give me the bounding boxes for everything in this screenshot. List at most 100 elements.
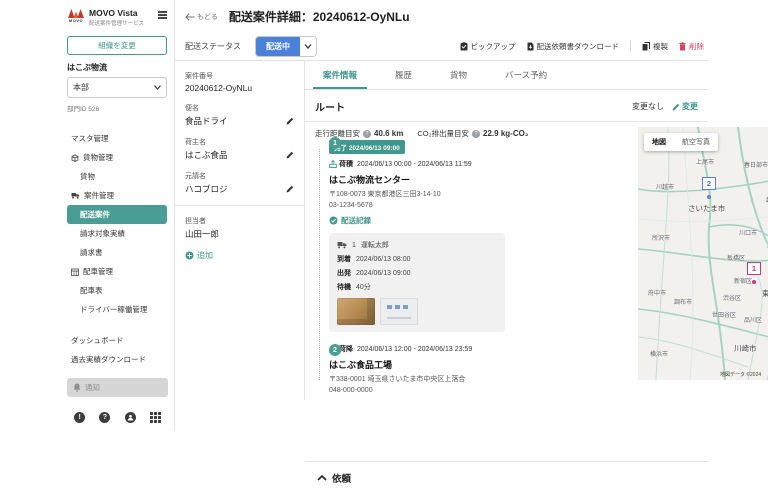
person-value: 山田一郎 [185, 229, 220, 239]
map-marker-1-dot [752, 280, 756, 284]
duplicate-button[interactable]: 複製 [642, 41, 668, 52]
sidebar-item-dispatch-mgmt[interactable]: 配車管理 [67, 262, 167, 281]
document-photo-thumbnail[interactable] [380, 298, 418, 325]
pickup-button[interactable]: ピックアップ [460, 41, 516, 52]
menu-icon[interactable] [158, 8, 167, 20]
page-header: もどる 配送案件詳細：20240612-OyNLu [185, 8, 410, 25]
contractor-value: ハコブロジ [185, 184, 228, 194]
map-label-tokyo: 東京 [762, 289, 768, 298]
person-label: 担当者 [185, 218, 206, 225]
app-title: MOVO Vista [89, 8, 138, 18]
route-map[interactable]: 川越市 上尾市 春日部市 野田市 越谷市 さいたま市 所沢市 川口市 足立区 板… [638, 127, 768, 380]
sidebar-item-delivery-case[interactable]: 配送案件 [67, 205, 167, 224]
depart-row: 出発 2024/06/13 09:00 [337, 269, 411, 278]
stop-2-phone: 048-000-0000 [329, 387, 373, 394]
check-circle-icon [329, 216, 338, 225]
sidebar-item-case-mgmt[interactable]: 案件管理 [67, 186, 167, 205]
tab-content: 案件情報 履歴 貨物 バース予約 ルート 変更なし 変更 走行距離目安 ? 40… [305, 61, 768, 485]
service-name-value: 食品ドライ [185, 116, 228, 126]
stop-1-type-row: 荷積 2024/06/13 00:00 - 2024/06/13 11:59 [329, 159, 505, 169]
case-detail-panel: 案件番号 20240612-OyNLu 便名 食品ドライ 荷主名 はこぶ食品 元… [175, 61, 305, 400]
company-name: はこぶ物流 [67, 63, 107, 72]
map-label-yokohama: 横浜市 [650, 352, 669, 358]
map-label-chofu: 調布市 [674, 300, 693, 306]
edit-shipper-icon[interactable] [286, 151, 294, 159]
sidebar-item-billing-results[interactable]: 請求対象実績 [67, 224, 167, 243]
map-label-kawaguchi: 川口市 [739, 231, 758, 237]
delivery-record-link[interactable]: 配送記録 [329, 215, 505, 226]
record-photos [337, 298, 497, 325]
field-label-service-name: 便名 [185, 105, 199, 112]
arrival-record-card: 1 運転太郎 到着 2024/06/13 08:00 出発 2024/06/13 0… [329, 233, 505, 332]
stop-2: 2 荷降 2024/06/13 12:00 - 2024/06/13 23:59… [329, 344, 505, 394]
box-icon [71, 154, 79, 162]
user-icon[interactable] [124, 412, 136, 423]
logo: MOVO MOVO Vista 配送案件管理サービス [67, 8, 167, 27]
tabs: 案件情報 履歴 貨物 バース予約 [305, 61, 708, 90]
tab-berth[interactable]: バース予約 [495, 61, 557, 89]
main-area: もどる 配送案件詳細：20240612-OyNLu 配送ステータス 配送中 ピッ… [175, 0, 768, 485]
notice-label: 通知 [85, 383, 100, 392]
cargo-photo-thumbnail[interactable] [337, 298, 375, 325]
sidebar-item-cargo-mgmt[interactable]: 貨物管理 [67, 148, 167, 167]
map-label-kawagoe: 川越市 [656, 185, 675, 191]
map-label-fuchu: 府中市 [648, 291, 667, 297]
field-label-contractor: 元請名 [185, 173, 206, 180]
back-button[interactable]: もどる [185, 12, 218, 22]
map-label-ageo: 上尾市 [696, 160, 715, 166]
delete-button[interactable]: 削除 [679, 41, 704, 52]
movo-logo-icon: MOVO [67, 8, 85, 23]
map-mode-button[interactable]: 地図 [644, 133, 674, 151]
apps-grid-icon[interactable] [149, 412, 161, 423]
info-icon[interactable]: ! [74, 412, 86, 423]
map-marker-2[interactable]: 2 [702, 177, 716, 190]
truck-icon [337, 242, 347, 249]
route-change-status: 変更なし [632, 102, 664, 111]
map-marker-1[interactable]: 1 [747, 262, 761, 275]
satellite-mode-button[interactable]: 航空写真 [674, 133, 718, 151]
download-request-button[interactable]: 配送依頼書ダウンロード [527, 41, 619, 52]
sidebar-item-dashboard[interactable]: ダッシュボード [67, 331, 167, 350]
chevron-down-icon [304, 44, 312, 49]
map-label-shibuya: 渋谷区 [723, 296, 742, 302]
map-label-kawasaki: 川崎市 [734, 344, 757, 353]
edit-service-icon[interactable] [286, 117, 294, 125]
case-number-value: 20240612-OyNLu [185, 83, 253, 93]
sidebar-item-dispatch-table[interactable]: 配車表 [67, 281, 167, 300]
map-label-itabashi: 板橋区 [727, 256, 746, 262]
stop-1-address: 〒108-0073 東京都港区三田3-14-10 [329, 191, 441, 198]
status-label: 配送ステータス [185, 42, 241, 51]
add-person-button[interactable]: 追加 [185, 250, 294, 261]
request-section-header[interactable]: 依頼 [305, 461, 708, 494]
stop-2-name: はこぶ食品工場 [329, 360, 393, 370]
branch-select[interactable]: 本部 [67, 77, 167, 98]
stop-1-number: 1 [329, 137, 341, 149]
status-badge: 配送中 [256, 37, 300, 56]
sidebar-item-past-download[interactable]: 過去実績ダウンロード [67, 350, 167, 369]
sidebar-menu: マスタ管理 貨物管理 貨物 案件管理 配送案件 請求対象実績 請求書 配車管理 … [67, 129, 167, 369]
edit-contractor-icon[interactable] [286, 185, 294, 193]
sidebar-item-driver-mgmt[interactable]: ドライバー稼働管理 [67, 300, 167, 319]
route-change-button[interactable]: 変更 [672, 101, 698, 112]
route-title: ルート [315, 103, 345, 114]
map-label-tokorozawa: 所沢市 [652, 236, 671, 242]
tab-cargo[interactable]: 貨物 [440, 61, 477, 89]
timeline-connector [318, 149, 320, 380]
page-title: 配送案件詳細：20240612-OyNLu [228, 10, 410, 24]
status-dropdown[interactable]: 配送中 [255, 36, 317, 57]
back-arrow-icon [185, 12, 195, 21]
help-icon[interactable]: ? [99, 412, 111, 423]
plus-circle-icon [185, 251, 194, 260]
notice-button[interactable]: 通知 [67, 378, 168, 397]
sidebar-item-invoice[interactable]: 請求書 [67, 243, 167, 262]
load-icon [329, 160, 337, 168]
change-org-button[interactable]: 組織を変更 [67, 36, 167, 55]
sidebar-item-cargo[interactable]: 貨物 [67, 167, 167, 186]
status-row: 配送ステータス 配送中 [185, 36, 317, 57]
sidebar-item-master[interactable]: マスタ管理 [67, 129, 167, 148]
download-doc-icon [527, 42, 533, 50]
tab-case-info[interactable]: 案件情報 [313, 61, 368, 89]
chevron-up-icon [317, 475, 327, 481]
arrive-row: 到着 2024/06/13 08:00 [337, 255, 411, 264]
tab-history[interactable]: 履歴 [385, 61, 422, 89]
